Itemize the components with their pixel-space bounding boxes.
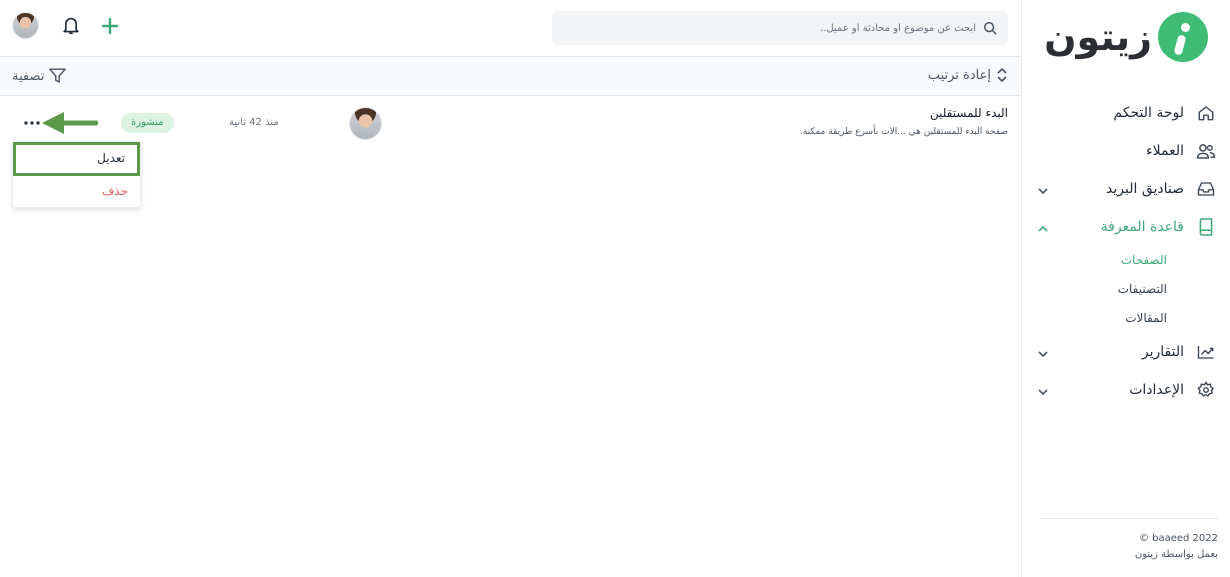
sidebar-item-knowledge-base[interactable]: قاعدة المعرفة: [1021, 208, 1230, 246]
page-description: صفحة البدء للمستقلين هي ...الات بأسرع طر…: [799, 127, 1008, 137]
avatar: [349, 107, 382, 140]
sidebar-item-settings[interactable]: الإعدادات: [1021, 371, 1230, 409]
sidebar-item-dashboard[interactable]: لوحة التحكم: [1021, 94, 1230, 132]
chevron-down-icon[interactable]: [1035, 182, 1049, 196]
inbox-icon: [1196, 179, 1216, 199]
list-toolbar: إعادة ترتيب تصفية: [0, 57, 1021, 96]
sidebar-subitem-categories[interactable]: التصنيفات: [1021, 275, 1173, 304]
sidebar-nav: لوحة التحكم العملاء صناديق البريد قاعدة …: [1021, 94, 1230, 409]
sidebar-item-label: الإعدادات: [1129, 382, 1184, 398]
brand-logo[interactable]: زيتون: [1044, 12, 1208, 62]
avatar[interactable]: [12, 12, 39, 39]
copyright-text: © baaeed 2022: [1138, 533, 1218, 544]
sidebar-item-label: لوحة التحكم: [1113, 105, 1184, 121]
book-icon: [1196, 217, 1216, 237]
chevron-down-icon[interactable]: [1035, 383, 1049, 397]
sidebar-subitem-pages[interactable]: الصفحات: [1021, 246, 1173, 275]
sidebar-item-label: قاعدة المعرفة: [1100, 219, 1184, 235]
logo-mark-icon: [1158, 12, 1208, 62]
topbar: [0, 0, 1021, 57]
chevron-up-icon[interactable]: [1035, 220, 1049, 234]
sidebar-item-customers[interactable]: العملاء: [1021, 132, 1230, 170]
delete-menu-item[interactable]: حذف: [13, 176, 140, 209]
brand-name: زيتون: [1044, 15, 1152, 59]
sidebar-item-label: التقارير: [1141, 344, 1184, 360]
row-actions-menu: تعديل حذف: [12, 141, 141, 208]
search-box[interactable]: [552, 11, 1008, 45]
users-icon: [1196, 141, 1216, 161]
sidebar: زيتون لوحة التحكم العملاء صناديق البريد: [1021, 0, 1230, 577]
more-options-icon[interactable]: [21, 112, 43, 134]
sidebar-item-mailboxes[interactable]: صناديق البريد: [1021, 170, 1230, 208]
plus-icon[interactable]: [98, 14, 122, 38]
filter-button[interactable]: تصفية: [12, 67, 66, 85]
powered-by-text: يعمل بواسطة زيتون: [1134, 549, 1218, 560]
status-badge: منشورة: [121, 113, 174, 133]
list-item[interactable]: البدء للمستقلين صفحة البدء للمستقلين هي …: [0, 96, 1021, 152]
filter-icon: [48, 67, 66, 85]
top-actions: [12, 12, 122, 39]
page-title[interactable]: البدء للمستقلين: [930, 106, 1008, 120]
sort-icon: [995, 67, 1009, 83]
knowledge-subnav: الصفحات التصنيفات المقالات: [1021, 246, 1230, 333]
sidebar-footer: © baaeed 2022 يعمل بواسطة زيتون: [1042, 518, 1218, 563]
filter-label: تصفية: [12, 68, 45, 84]
home-icon: [1196, 103, 1216, 123]
chart-icon: [1196, 342, 1216, 362]
sidebar-item-label: العملاء: [1146, 143, 1184, 159]
timestamp: منذ 42 ثانية: [229, 117, 279, 128]
search-icon: [982, 20, 998, 36]
sidebar-item-reports[interactable]: التقارير: [1021, 333, 1230, 371]
bell-icon[interactable]: [59, 14, 83, 38]
reorder-label: إعادة ترتيب: [927, 67, 991, 83]
search-input[interactable]: [576, 22, 976, 34]
gear-icon: [1196, 380, 1216, 400]
chevron-down-icon[interactable]: [1035, 345, 1049, 359]
reorder-button[interactable]: إعادة ترتيب: [928, 67, 1009, 83]
sidebar-item-label: صناديق البريد: [1106, 181, 1184, 197]
sidebar-subitem-articles[interactable]: المقالات: [1021, 304, 1173, 333]
annotation-arrow-icon: [42, 112, 98, 134]
edit-menu-item[interactable]: تعديل: [13, 142, 140, 176]
